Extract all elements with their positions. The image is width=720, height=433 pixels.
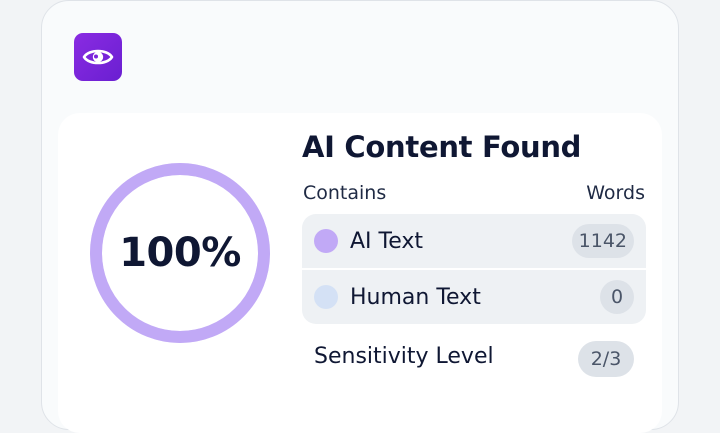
row-label: AI Text [350, 228, 424, 254]
eye-icon [82, 49, 114, 65]
table-row-ai-text[interactable]: AI Text 1142 [302, 214, 646, 268]
column-header-contains: Contains [303, 182, 387, 204]
sensitivity-level-badge[interactable]: 2/3 [578, 341, 634, 377]
ai-percentage-value: 100% [119, 230, 241, 276]
column-header-words: Words [586, 182, 645, 204]
content-breakdown-table: AI Text 1142 Human Text 0 [302, 214, 646, 324]
word-count-badge: 1142 [571, 224, 634, 258]
app-logo[interactable] [74, 33, 122, 81]
table-row-human-text[interactable]: Human Text 0 [302, 270, 646, 324]
row-label: Human Text [350, 284, 481, 310]
human-text-dot-icon [314, 285, 338, 309]
sensitivity-level-label: Sensitivity Level [314, 344, 494, 369]
ai-percentage-ring: 100% [90, 163, 270, 343]
word-count-badge: 0 [600, 280, 634, 314]
result-title: AI Content Found [302, 130, 582, 164]
ai-text-dot-icon [314, 229, 338, 253]
